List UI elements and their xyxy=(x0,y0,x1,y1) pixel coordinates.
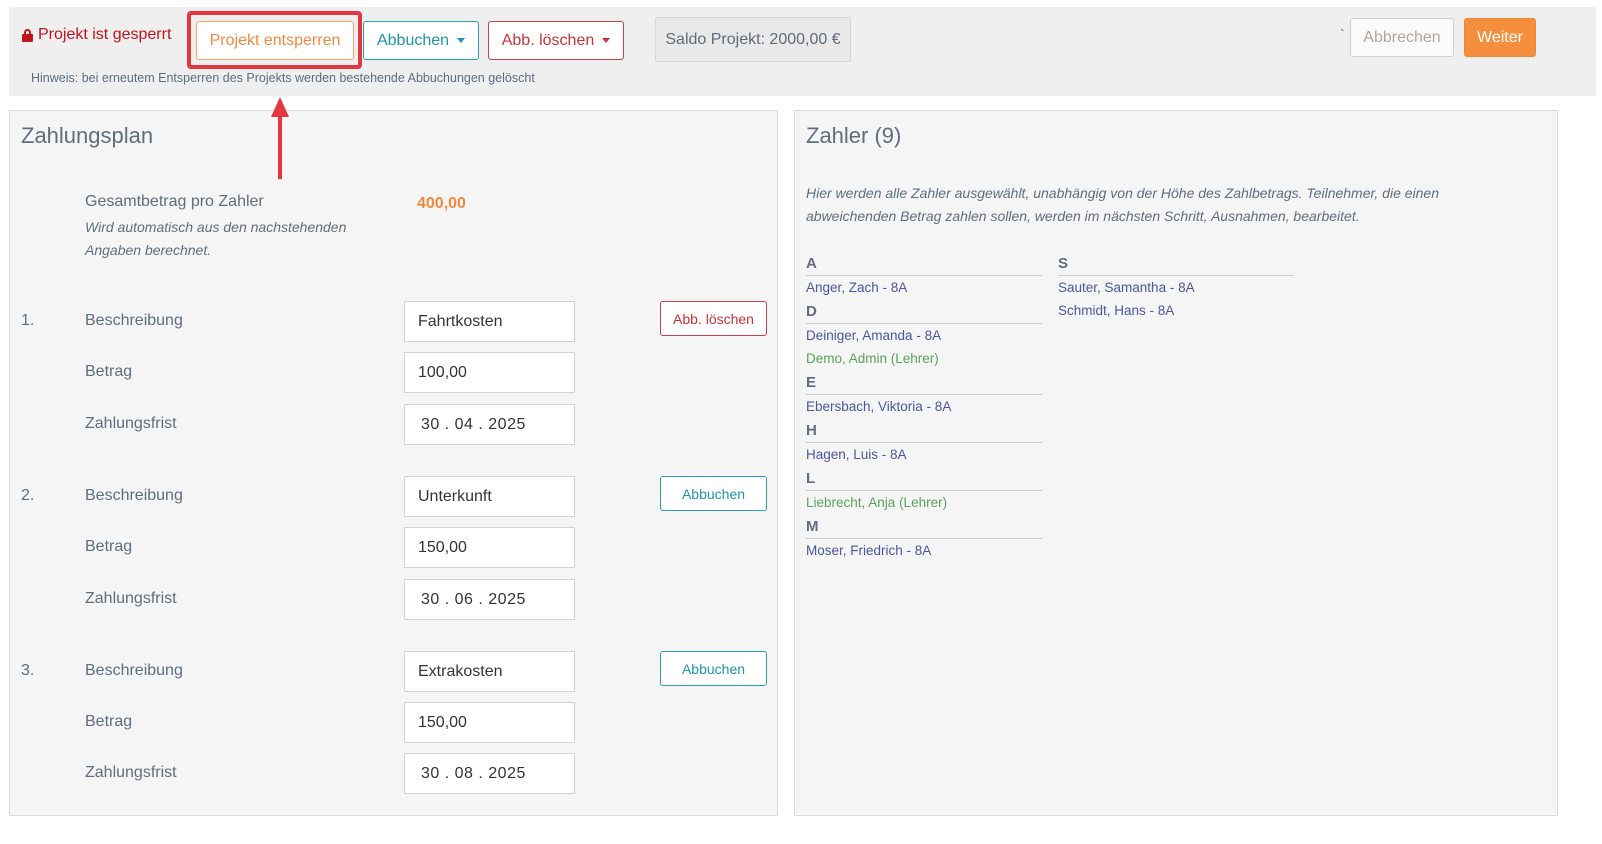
next-button[interactable]: Weiter xyxy=(1464,18,1536,57)
description-label: Beschreibung xyxy=(85,487,183,504)
payer-group-letter: L xyxy=(806,469,1042,491)
plan-item-number: 1. xyxy=(21,312,35,329)
plan-item-number: 2. xyxy=(21,487,35,504)
lock-icon xyxy=(22,28,33,42)
project-locked-label: Projekt ist gesperrt xyxy=(38,26,172,43)
payer-item[interactable]: Ebersbach, Viktoria - 8A xyxy=(806,395,1042,418)
payer-group-letter: M xyxy=(806,517,1042,539)
payer-item[interactable]: Anger, Zach - 8A xyxy=(806,276,1042,299)
delete-booking-dropdown-label: Abb. löschen xyxy=(501,31,595,49)
payers-panel: Zahler (9) Hier werden alle Zahler ausge… xyxy=(794,110,1558,816)
payer-group: E Ebersbach, Viktoria - 8A xyxy=(806,373,1042,418)
payer-group: L Liebrecht, Anja (Lehrer) xyxy=(806,469,1042,514)
description-input[interactable]: Extrakosten xyxy=(404,651,575,692)
unlock-project-button[interactable]: Projekt entsperren xyxy=(196,21,354,60)
due-date-label: Zahlungsfrist xyxy=(85,764,177,781)
due-date-label: Zahlungsfrist xyxy=(85,590,177,607)
payer-group-letter: A xyxy=(806,254,1042,276)
total-per-payer-label: Gesamtbetrag pro Zahler xyxy=(85,193,264,210)
payer-group: D Deiniger, Amanda - 8A Demo, Admin (Leh… xyxy=(806,302,1042,370)
book-button[interactable]: Abbuchen xyxy=(660,476,767,511)
payers-intro: Hier werden alle Zahler ausgewählt, unab… xyxy=(806,185,1439,224)
description-label: Beschreibung xyxy=(85,662,183,679)
book-button[interactable]: Abbuchen xyxy=(660,651,767,686)
amount-input[interactable]: 150,00 xyxy=(404,702,575,743)
payer-group: H Hagen, Luis - 8A xyxy=(806,421,1042,466)
project-balance: Saldo Projekt: 2000,00 € xyxy=(655,17,851,62)
amount-label: Betrag xyxy=(85,713,133,730)
unlock-hint: Hinweis: bei erneutem Entsperren des Pro… xyxy=(31,71,535,85)
caret-down-icon xyxy=(457,38,466,43)
annotation-arrow-up-icon xyxy=(271,97,289,117)
payer-group: M Moser, Friedrich - 8A xyxy=(806,517,1042,562)
payer-group-letter: E xyxy=(806,373,1042,395)
payer-item[interactable]: Hagen, Luis - 8A xyxy=(806,443,1042,466)
stray-tick-mark: ` xyxy=(1340,26,1345,42)
payer-group-letter: D xyxy=(806,302,1042,324)
book-dropdown-label: Abbuchen xyxy=(376,31,450,49)
annotation-arrow-shaft xyxy=(278,112,282,179)
due-date-label: Zahlungsfrist xyxy=(85,415,177,432)
payment-plan-panel: Zahlungsplan Gesamtbetrag pro Zahler Wir… xyxy=(9,110,778,816)
payer-item[interactable]: Moser, Friedrich - 8A xyxy=(806,539,1042,562)
payer-item[interactable]: Schmidt, Hans - 8A xyxy=(1058,299,1294,322)
delete-booking-dropdown-button[interactable]: Abb. löschen xyxy=(488,21,624,60)
due-date-input[interactable]: 30 . 06 . 2025 xyxy=(404,579,575,620)
payer-item[interactable]: Sauter, Samantha - 8A xyxy=(1058,276,1294,299)
payer-group-letter: H xyxy=(806,421,1042,443)
payer-group-letter: S xyxy=(1058,254,1294,276)
payer-item-teacher[interactable]: Liebrecht, Anja (Lehrer) xyxy=(806,491,1042,514)
payer-group: A Anger, Zach - 8A xyxy=(806,254,1042,299)
payer-item[interactable]: Deiniger, Amanda - 8A xyxy=(806,324,1042,347)
cancel-button[interactable]: Abbrechen xyxy=(1350,18,1454,57)
amount-label: Betrag xyxy=(85,363,133,380)
payer-group: S Sauter, Samantha - 8A Schmidt, Hans - … xyxy=(1058,254,1294,322)
description-input[interactable]: Fahrtkosten xyxy=(404,301,575,342)
amount-input[interactable]: 150,00 xyxy=(404,527,575,568)
total-per-payer-value: 400,00 xyxy=(417,195,466,212)
plan-item-number: 3. xyxy=(21,662,35,679)
due-date-input[interactable]: 30 . 08 . 2025 xyxy=(404,753,575,794)
amount-input[interactable]: 100,00 xyxy=(404,352,575,393)
payers-title: Zahler (9) xyxy=(806,123,902,148)
due-date-input[interactable]: 30 . 04 . 2025 xyxy=(404,404,575,445)
caret-down-icon xyxy=(602,38,611,43)
total-per-payer-note: Wird automatisch aus den nachstehenden A… xyxy=(85,219,347,258)
amount-label: Betrag xyxy=(85,538,133,555)
payment-plan-title: Zahlungsplan xyxy=(21,123,154,148)
book-dropdown-button[interactable]: Abbuchen xyxy=(363,21,479,60)
description-input[interactable]: Unterkunft xyxy=(404,476,575,517)
delete-booking-button[interactable]: Abb. löschen xyxy=(660,301,767,336)
project-locked-status: Projekt ist gesperrt xyxy=(22,26,171,44)
description-label: Beschreibung xyxy=(85,312,183,329)
payer-item-teacher[interactable]: Demo, Admin (Lehrer) xyxy=(806,347,1042,370)
